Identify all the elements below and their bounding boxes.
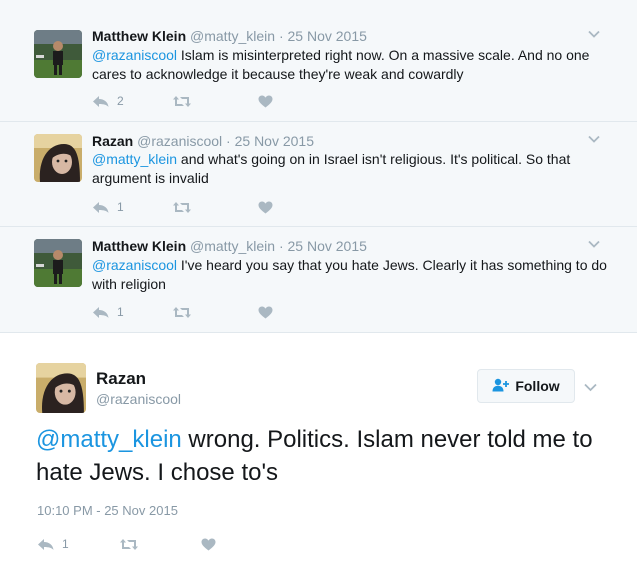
main-tweet: Razan @razaniscool Follow @matty_klein w…	[0, 333, 637, 585]
avatar[interactable]	[34, 134, 82, 182]
tweet-actions: 1	[92, 200, 281, 214]
display-name[interactable]: Matthew Klein	[92, 238, 186, 254]
username[interactable]: @matty_klein	[190, 28, 275, 44]
reply-button[interactable]: 1	[92, 200, 172, 214]
reply-button[interactable]: 1	[92, 305, 172, 319]
reply-button[interactable]: 2	[92, 94, 172, 108]
display-name[interactable]: Matthew Klein	[92, 28, 186, 44]
tweet-text: @matty_klein and what's going on in Isra…	[92, 150, 607, 188]
reply-tweet[interactable]: Razan @razaniscool · 25 Nov 2015 @matty_…	[0, 122, 637, 227]
reply-icon	[92, 306, 109, 319]
like-icon	[258, 201, 273, 214]
timestamp[interactable]: 25 Nov 2015	[288, 28, 367, 44]
mention-link[interactable]: @matty_klein	[92, 151, 177, 167]
retweet-button[interactable]	[172, 201, 258, 214]
retweet-button[interactable]	[172, 95, 258, 108]
username[interactable]: @razaniscool	[96, 391, 181, 407]
username[interactable]: @razaniscool	[137, 133, 222, 149]
author-name[interactable]: Matthew Klein @matty_klein · 25 Nov 2015	[92, 238, 367, 254]
like-icon	[201, 538, 216, 551]
like-button[interactable]	[258, 201, 281, 214]
chevron-down-icon[interactable]	[588, 27, 600, 45]
display-name[interactable]: Razan	[96, 369, 146, 389]
tweet-actions: 1	[92, 305, 281, 319]
tweet-actions: 2	[92, 94, 281, 108]
reply-icon	[92, 95, 109, 108]
chevron-down-icon[interactable]	[584, 380, 597, 398]
tweet-actions: 1	[37, 537, 224, 551]
reply-tweet[interactable]: Matthew Klein @matty_klein · 25 Nov 2015…	[0, 0, 637, 122]
retweet-button[interactable]	[119, 538, 201, 551]
reply-button[interactable]: 1	[37, 537, 119, 551]
follow-label: Follow	[515, 378, 560, 394]
reply-icon	[37, 538, 54, 551]
retweet-icon	[172, 95, 192, 108]
mention-link[interactable]: @razaniscool	[92, 257, 177, 273]
like-icon	[258, 95, 273, 108]
chevron-down-icon[interactable]	[588, 237, 600, 255]
mention-link[interactable]: @razaniscool	[92, 47, 177, 63]
like-icon	[258, 306, 273, 319]
timestamp[interactable]: 10:10 PM - 25 Nov 2015	[37, 503, 178, 518]
retweet-icon	[172, 306, 192, 319]
chevron-down-icon[interactable]	[588, 132, 600, 150]
reply-icon	[92, 201, 109, 214]
separator: ·	[278, 28, 284, 44]
display-name[interactable]: Razan	[92, 133, 133, 149]
like-button[interactable]	[258, 306, 281, 319]
avatar[interactable]	[34, 30, 82, 78]
follow-person-icon	[492, 378, 510, 395]
reply-count: 1	[117, 305, 124, 319]
separator: ·	[278, 238, 284, 254]
tweet-text: @matty_klein wrong. Politics. Islam neve…	[36, 423, 606, 489]
retweet-button[interactable]	[172, 306, 258, 319]
avatar[interactable]	[36, 363, 86, 413]
retweet-icon	[119, 538, 139, 551]
tweet-text: @razaniscool Islam is misinterpreted rig…	[92, 46, 607, 84]
timestamp[interactable]: 25 Nov 2015	[235, 133, 314, 149]
like-button[interactable]	[201, 538, 224, 551]
reply-tweet[interactable]: Matthew Klein @matty_klein · 25 Nov 2015…	[0, 227, 637, 333]
username[interactable]: @matty_klein	[190, 238, 275, 254]
separator: ·	[226, 133, 231, 149]
reply-count: 2	[117, 94, 124, 108]
mention-link[interactable]: @matty_klein	[36, 426, 182, 453]
author-name[interactable]: Matthew Klein @matty_klein · 25 Nov 2015	[92, 28, 367, 44]
timestamp[interactable]: 25 Nov 2015	[288, 238, 367, 254]
avatar[interactable]	[34, 239, 82, 287]
tweet-text: @razaniscool I've heard you say that you…	[92, 256, 607, 294]
like-button[interactable]	[258, 95, 281, 108]
reply-count: 1	[117, 200, 124, 214]
author-name[interactable]: Razan @razaniscool · 25 Nov 2015	[92, 133, 314, 149]
retweet-icon	[172, 201, 192, 214]
follow-button[interactable]: Follow	[477, 369, 575, 403]
reply-count: 1	[62, 537, 69, 551]
